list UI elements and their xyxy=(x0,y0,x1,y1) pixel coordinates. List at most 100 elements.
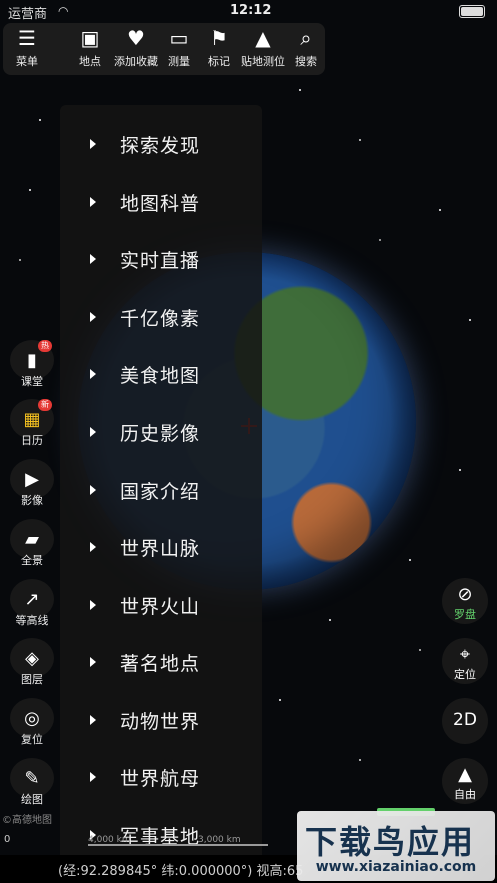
menu-item-label: 国家介绍 xyxy=(120,480,201,503)
menu-item-map-science[interactable]: 地图科普 xyxy=(60,182,262,222)
menu-item-explore[interactable]: 探索发现 xyxy=(60,124,262,164)
explore-menu-panel: 探索发现 地图科普 实时直播 千亿像素 美食地图 历史影像 国家介绍 世界山脉 … xyxy=(60,105,262,865)
carrier-name: 运营商 xyxy=(8,7,48,22)
ground-position-label: 贴地测位 xyxy=(241,55,285,68)
reset-button[interactable]: ◎ 复位 xyxy=(7,698,57,754)
chevron-right-icon xyxy=(90,254,96,264)
status-bar: 运营商 ◠ 12:12 xyxy=(0,0,497,22)
calendar-button[interactable]: ▦ 新 日历 xyxy=(7,399,57,455)
chevron-right-icon xyxy=(90,715,96,725)
search-label: 搜索 xyxy=(295,55,317,68)
menu-item-mountains[interactable]: 世界山脉 xyxy=(60,527,262,567)
place-label: 地点 xyxy=(79,55,101,68)
chevron-right-icon xyxy=(90,197,96,207)
classroom-button[interactable]: ▮ 热 课堂 xyxy=(7,340,57,396)
free-view-button[interactable]: ▲ 自由 xyxy=(442,758,488,804)
place-button[interactable]: ▣ 地点 xyxy=(73,23,107,75)
panorama-button[interactable]: ▰ 全景 xyxy=(7,519,57,575)
menu-item-food-map[interactable]: 美食地图 xyxy=(60,354,262,394)
copyright-text: ©高德地图 xyxy=(2,815,52,826)
draw-label: 绘图 xyxy=(21,793,43,806)
heart-icon: ♥ xyxy=(127,26,145,50)
measure-button[interactable]: ▭ 测量 xyxy=(163,23,195,75)
contour-label: 等高线 xyxy=(15,614,49,627)
zero-marker: 0 xyxy=(4,834,11,845)
mark-label: 标记 xyxy=(208,55,230,68)
reset-label: 复位 xyxy=(21,733,43,746)
compass-label: 罗盘 xyxy=(454,608,476,621)
navigation-arrow-icon: ▲ xyxy=(255,26,271,50)
menu-item-label: 世界火山 xyxy=(120,595,201,618)
calendar-label: 日历 xyxy=(21,434,43,447)
panorama-label: 全景 xyxy=(21,554,43,567)
classroom-label: 课堂 xyxy=(21,375,43,388)
menu-item-label: 世界航母 xyxy=(120,767,201,790)
chevron-right-icon xyxy=(90,542,96,552)
flag-circle-icon: ⚑ xyxy=(210,26,228,50)
imagery-button[interactable]: ▶ 影像 xyxy=(7,459,57,515)
hamburger-icon: ☰ xyxy=(18,26,36,50)
chevron-right-icon xyxy=(90,600,96,610)
menu-item-live[interactable]: 实时直播 xyxy=(60,239,262,279)
navigation-arrow-icon: ▲ xyxy=(458,764,472,785)
mark-button[interactable]: ⚑ 标记 xyxy=(203,23,235,75)
watermark-logo: 下载鸟应用 www.xiazainiao.com xyxy=(297,811,495,881)
new-badge: 新 xyxy=(38,399,52,411)
menu-item-label: 实时直播 xyxy=(120,249,201,272)
menu-item-label: 动物世界 xyxy=(120,710,201,733)
hot-badge: 热 xyxy=(38,340,52,352)
chevron-right-icon xyxy=(90,485,96,495)
compass-icon: ⊘ xyxy=(457,584,473,605)
view-mode-button[interactable]: 2D xyxy=(442,698,488,744)
menu-item-label: 世界山脉 xyxy=(120,537,201,560)
top-toolbar: ☰ 菜单 ▣ 地点 ♥ 添加收藏 ▭ 测量 ⚑ 标记 ▲ 贴地测位 ⌕ 搜索 xyxy=(3,23,325,75)
menu-item-label: 历史影像 xyxy=(120,422,201,445)
wifi-icon: ◠ xyxy=(58,4,69,18)
menu-button[interactable]: ☰ 菜单 xyxy=(7,23,47,75)
chevron-right-icon xyxy=(90,369,96,379)
scale-bar xyxy=(88,844,268,846)
chevron-right-icon xyxy=(90,772,96,782)
menu-item-gigapixel[interactable]: 千亿像素 xyxy=(60,297,262,337)
compass-button[interactable]: ⊘ 罗盘 xyxy=(442,578,488,624)
menu-item-countries[interactable]: 国家介绍 xyxy=(60,470,262,510)
chevron-right-icon xyxy=(90,427,96,437)
add-favorite-button[interactable]: ♥ 添加收藏 xyxy=(111,23,161,75)
ruler-icon: ▭ xyxy=(169,26,189,50)
watermark-url: www.xiazainiao.com xyxy=(315,859,477,875)
draw-button[interactable]: ✎ 绘图 xyxy=(7,758,57,814)
menu-item-label: 美食地图 xyxy=(120,364,201,387)
free-label: 自由 xyxy=(454,788,476,801)
layers-label: 图层 xyxy=(21,673,43,686)
menu-item-label: 地图科普 xyxy=(120,192,201,215)
chevron-right-icon xyxy=(90,139,96,149)
location-pin-icon: ⌖ xyxy=(459,644,471,665)
watermark-title: 下载鸟应用 xyxy=(305,823,476,861)
locate-button[interactable]: ⌖ 定位 xyxy=(442,638,488,684)
search-button[interactable]: ⌕ 搜索 xyxy=(291,23,321,75)
bookmark-stack-icon: ▣ xyxy=(80,26,100,50)
menu-item-animals[interactable]: 动物世界 xyxy=(60,700,262,740)
measure-label: 测量 xyxy=(168,55,190,68)
chevron-right-icon xyxy=(90,657,96,667)
menu-item-label: 千亿像素 xyxy=(120,307,201,330)
locate-label: 定位 xyxy=(454,668,476,681)
menu-item-carriers[interactable]: 世界航母 xyxy=(60,757,262,797)
status-time: 12:12 xyxy=(230,3,272,18)
menu-label: 菜单 xyxy=(16,55,38,68)
chevron-right-icon xyxy=(90,312,96,322)
mode-2d-label: 2D xyxy=(453,710,477,730)
menu-item-volcanoes[interactable]: 世界火山 xyxy=(60,585,262,625)
ground-position-button[interactable]: ▲ 贴地测位 xyxy=(241,23,285,75)
imagery-label: 影像 xyxy=(21,494,43,507)
contour-button[interactable]: ↗ 等高线 xyxy=(7,579,57,635)
coordinate-readout: (经:92.289845° 纬:0.000000°) 视高:65 xyxy=(58,863,304,879)
menu-item-label: 著名地点 xyxy=(120,652,201,675)
search-icon: ⌕ xyxy=(300,26,312,50)
menu-item-label: 探索发现 xyxy=(120,134,201,157)
layers-button[interactable]: ◈ 图层 xyxy=(7,638,57,694)
menu-item-famous-places[interactable]: 著名地点 xyxy=(60,642,262,682)
menu-item-historical-imagery[interactable]: 历史影像 xyxy=(60,412,262,452)
add-favorite-label: 添加收藏 xyxy=(114,55,158,68)
battery-icon xyxy=(459,5,485,18)
